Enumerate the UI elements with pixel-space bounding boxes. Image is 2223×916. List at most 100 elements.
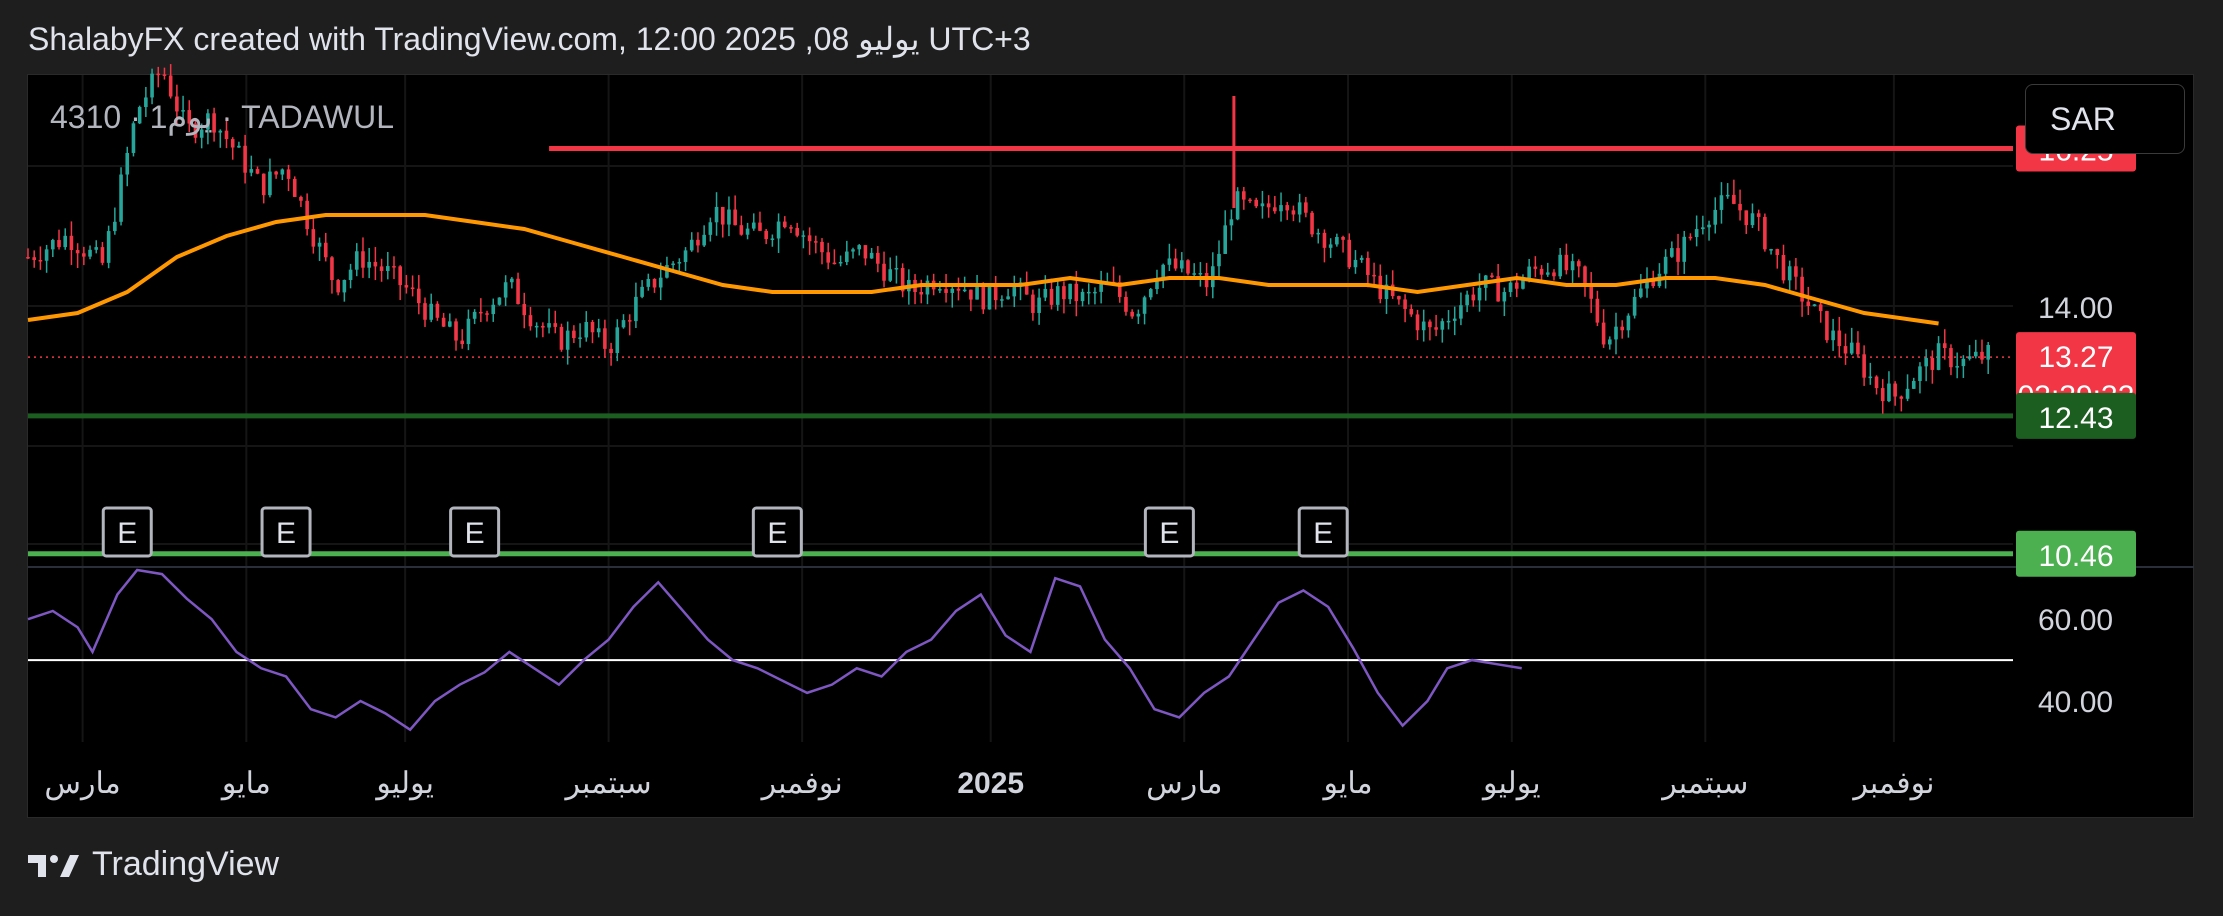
candle-body: [1359, 257, 1364, 260]
candle-body: [758, 222, 762, 231]
candle-body: [671, 263, 675, 266]
candle-body: [882, 263, 886, 281]
candle-body: [1297, 202, 1302, 215]
candle-body: [541, 325, 545, 328]
footer-brand: TradingView: [28, 845, 279, 884]
x-axis-tick-label: مارس: [44, 767, 120, 801]
candle-body: [1905, 388, 1910, 399]
candle-body: [1688, 236, 1693, 239]
candle-body: [330, 257, 334, 281]
candle-body: [578, 337, 582, 339]
candle-body: [491, 304, 496, 315]
candle-body: [938, 289, 942, 291]
candle-body: [404, 285, 409, 288]
candle-body: [1285, 205, 1290, 211]
candle-body: [1825, 311, 1829, 341]
candle-body: [1949, 348, 1953, 368]
candle-body: [1620, 326, 1625, 331]
price-label-value: 12.43: [2038, 402, 2113, 435]
rsi-y-axis-tick-label: 40.00: [2038, 686, 2113, 719]
candle-body: [1291, 210, 1296, 215]
candle-body: [1167, 258, 1172, 265]
candle-body: [237, 145, 241, 148]
candle-body: [1862, 354, 1866, 378]
candle-body: [429, 303, 434, 320]
candle-body: [1552, 272, 1556, 277]
candle-body: [975, 285, 979, 300]
candle-body: [1186, 260, 1190, 274]
candle-body: [658, 277, 663, 288]
candle-body: [1093, 291, 1097, 294]
price-chart[interactable]: EEEEEE14.0010.0060.0040.0016.2513.2703:3…: [0, 0, 2223, 916]
candle-body: [410, 287, 415, 290]
candle-body: [789, 227, 793, 229]
candle-body: [702, 234, 706, 246]
candle-body: [1508, 282, 1513, 293]
candle-body: [274, 171, 278, 175]
candle-body: [1942, 343, 1947, 349]
candle-body: [1310, 212, 1314, 235]
candle-body: [485, 313, 489, 315]
candle-body: [113, 221, 117, 232]
candle-body: [1694, 229, 1699, 238]
candle-body: [1316, 232, 1321, 235]
currency-selector[interactable]: SAR: [2025, 84, 2185, 154]
candle-body: [57, 240, 61, 248]
candle-body: [689, 239, 694, 251]
x-axis-tick-label: مارس: [1146, 767, 1222, 801]
candle-body: [1279, 205, 1283, 212]
candle-body: [1595, 298, 1600, 323]
candle-body: [268, 171, 272, 196]
candle-body: [1459, 305, 1463, 319]
candle-body: [94, 247, 99, 250]
candle-body: [1986, 345, 1990, 360]
x-axis-tick-label: نوفمبر: [1851, 767, 1934, 801]
candle-body: [317, 242, 322, 247]
candle-body: [820, 241, 824, 253]
candle-body: [1446, 320, 1451, 323]
candle-body: [1031, 294, 1035, 313]
candle-body: [1955, 366, 1959, 368]
candle-body: [472, 311, 477, 319]
candle-body: [100, 247, 105, 263]
candle-body: [1794, 266, 1798, 277]
candle-body: [1248, 199, 1252, 202]
candle-body: [696, 239, 700, 246]
candle-body: [1545, 272, 1550, 275]
candle-body: [1707, 224, 1711, 228]
candle-body: [733, 209, 737, 226]
candle-body: [1911, 381, 1916, 389]
candle-body: [1254, 199, 1259, 207]
candle-body: [1353, 259, 1358, 268]
earnings-marker-label: E: [1159, 517, 1179, 550]
candle-body: [1607, 339, 1612, 345]
candle-body: [528, 315, 533, 327]
candle-body: [1223, 225, 1228, 254]
candle-body: [1217, 253, 1221, 267]
candle-body: [1775, 249, 1780, 255]
candle-body: [1576, 261, 1581, 267]
candle-body: [720, 206, 725, 225]
price-label-value: 10.46: [2038, 540, 2113, 573]
candle-body: [565, 330, 570, 350]
candle-body: [479, 311, 483, 314]
candle-body: [1769, 249, 1773, 251]
candle-body: [255, 169, 260, 174]
candle-body: [125, 152, 130, 175]
candle-body: [1341, 236, 1345, 240]
candle-body: [634, 296, 638, 322]
candle-body: [1049, 288, 1054, 305]
candle-body: [286, 169, 291, 179]
candle-body: [1564, 254, 1569, 271]
candle-body: [925, 280, 930, 295]
candle-body: [1756, 213, 1761, 217]
candle-body: [1936, 343, 1941, 370]
candle-body: [1452, 318, 1457, 321]
candle-body: [615, 327, 620, 354]
candle-body: [63, 235, 68, 248]
candle-body: [956, 288, 961, 291]
candle-body: [1347, 239, 1352, 268]
candle-body: [751, 222, 756, 229]
candle-body: [1632, 296, 1637, 316]
candle-body: [727, 209, 731, 225]
